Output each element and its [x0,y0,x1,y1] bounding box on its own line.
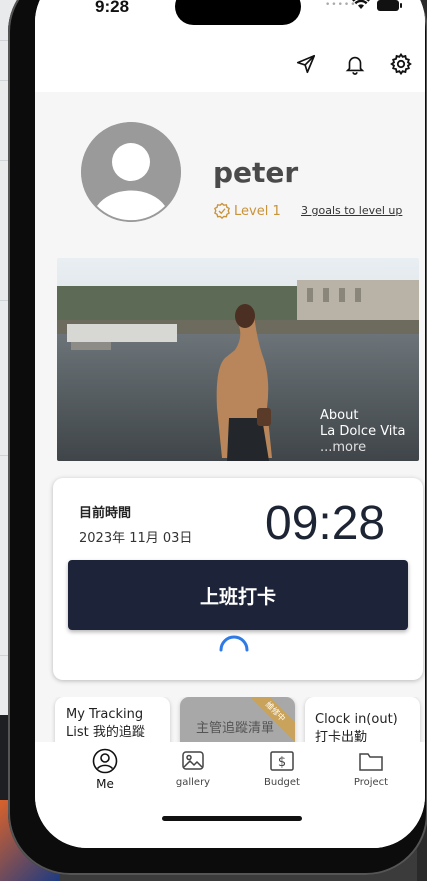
tile-my-tracking-line1: My Tracking [66,707,144,722]
gallery-icon [182,751,204,770]
status-bar: 9:28 ••••• [35,0,425,36]
dynamic-island [175,0,301,25]
clock-in-button[interactable]: 上班打卡 [68,560,408,630]
tile-supervisor-tracking-list[interactable]: 主管追蹤清單 維修中 [180,697,295,742]
wifi-icon [352,0,370,9]
send-icon[interactable] [292,50,320,78]
tile-clock-line1: Clock in(out) [315,712,398,727]
tile-clock-in-out[interactable]: Clock in(out) 打卡出勤 [305,697,420,742]
current-time-label: 目前時間 [79,506,132,521]
nav-item-me[interactable]: Me [65,748,145,791]
current-date: 2023年 11月 03日 [79,531,193,546]
home-indicator[interactable] [162,816,302,821]
nav-item-project[interactable]: Project [331,748,411,788]
tile-clock-line2: 打卡出勤 [315,730,368,742]
main-content: peter Level 1 3 goals to level up About … [35,92,425,742]
notification-bell-icon[interactable] [341,50,369,78]
nav-label-me: Me [96,777,114,791]
hero-more-link[interactable]: ...more [320,440,405,456]
phone-screen: 9:28 ••••• peter Level 1 3 goals to leve… [35,0,425,848]
clock-card: 目前時間 2023年 11月 03日 09:28 上班打卡 [53,478,423,680]
profile-name: peter [213,156,299,189]
nav-label-gallery: gallery [175,777,211,788]
level-label: Level 1 [234,203,281,219]
svg-text:$: $ [278,755,286,770]
phone-frame: 9:28 ••••• peter Level 1 3 goals to leve… [8,0,427,875]
person-silhouette-icon [81,122,181,222]
loading-spinner-icon [219,635,249,652]
shortcut-tiles: My Tracking List 我的追蹤 主管追蹤清單 維修中 Clock i… [35,697,425,742]
tile-my-tracking-line2: List 我的追蹤 [66,725,145,740]
status-time: 9:28 [95,0,130,16]
dollar-icon: $ [270,751,294,771]
bottom-navigation: Me gallery $ Budget Project [35,742,425,848]
hero-about: About [320,408,359,423]
hero-caption: About La Dolce Vita ...more [320,408,405,456]
verified-badge-icon [214,202,230,219]
nav-label-budget: Budget [264,777,300,788]
nav-item-budget[interactable]: $ Budget [242,748,322,788]
nav-label-project: Project [353,777,389,788]
nav-item-gallery[interactable]: gallery [153,748,233,788]
tile-supervisor-label: 主管追蹤清單 [196,721,275,736]
top-app-bar [35,36,425,92]
level-up-goals-link[interactable]: 3 goals to level up [301,204,402,217]
current-clock: 09:28 [265,497,386,550]
folder-icon [359,753,383,771]
hero-title: La Dolce Vita [320,424,406,439]
person-icon [92,748,118,774]
level-badge: Level 1 [213,202,281,220]
hero-banner[interactable]: About La Dolce Vita ...more [57,258,419,461]
battery-icon [377,0,402,11]
avatar[interactable] [81,122,181,222]
tile-my-tracking-list[interactable]: My Tracking List 我的追蹤 [55,697,170,742]
settings-gear-icon[interactable] [387,50,415,78]
